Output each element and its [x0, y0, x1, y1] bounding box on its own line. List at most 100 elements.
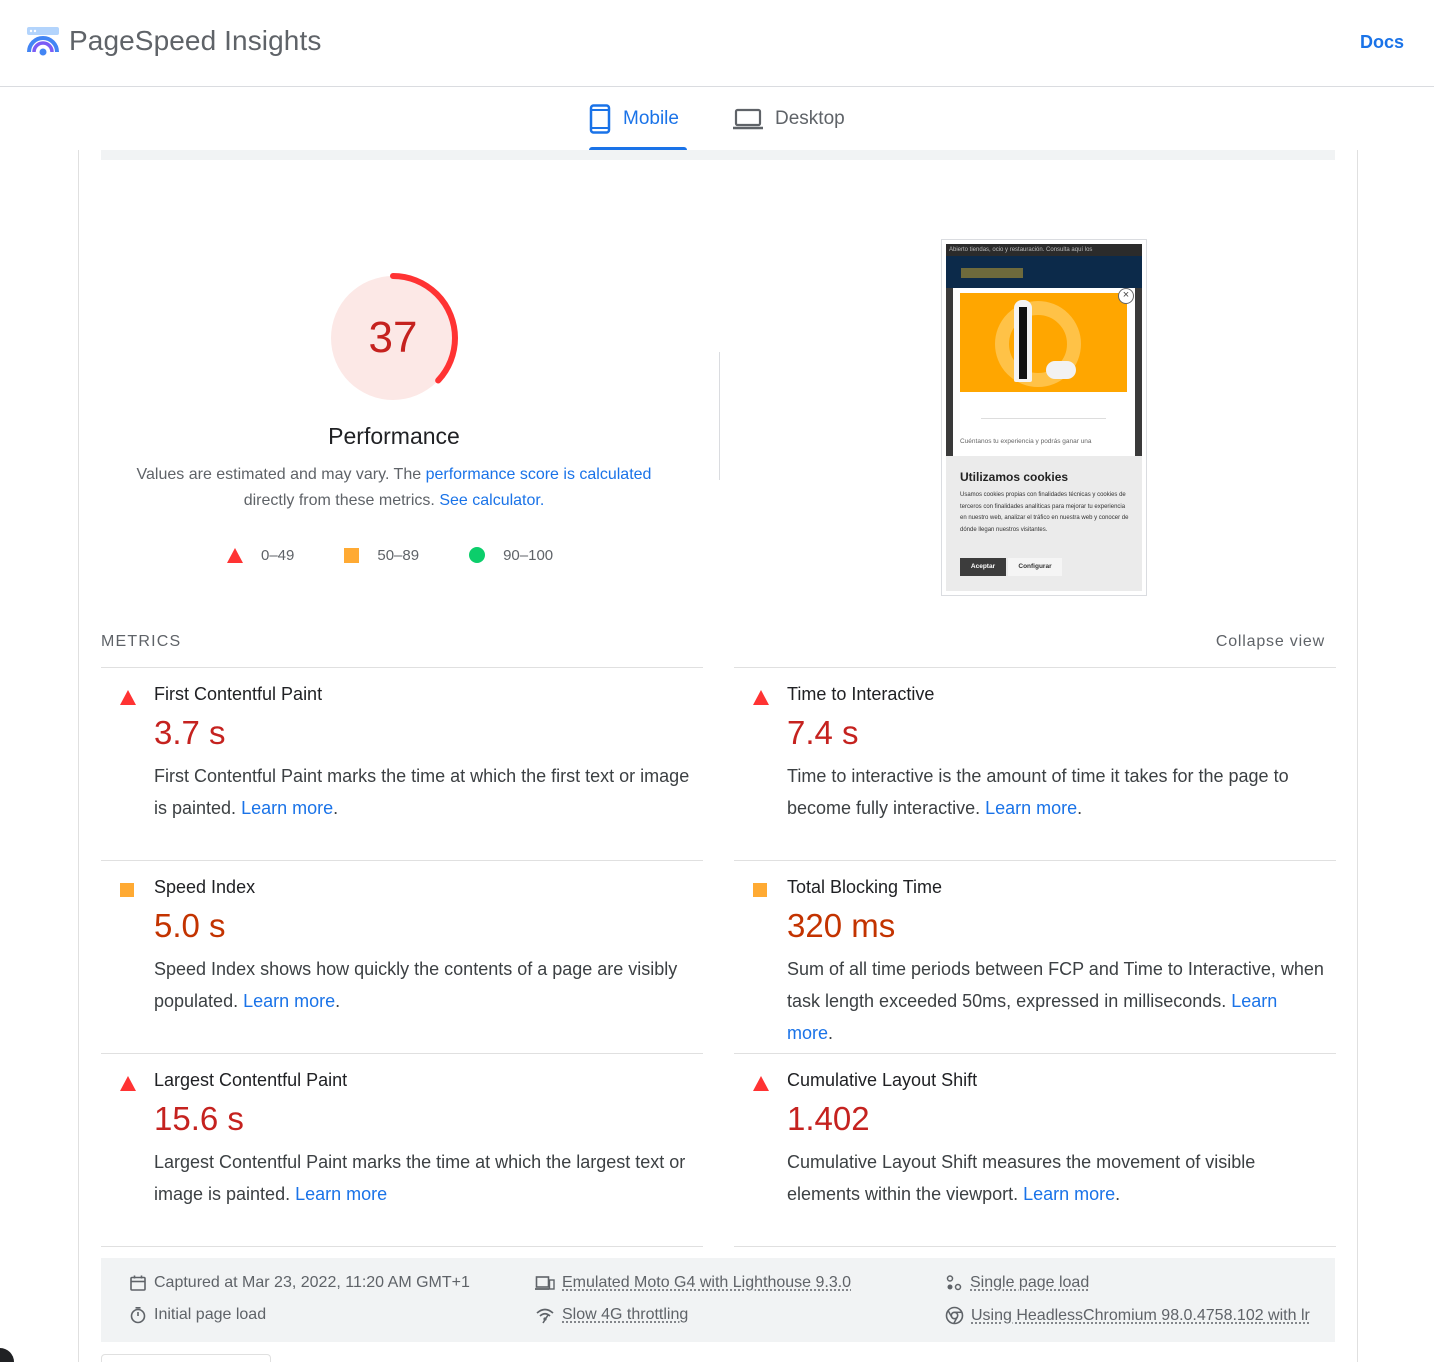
screenshot-tagline: Cuéntanos tu experiencia y podrás ganar …	[960, 438, 1092, 445]
metric-description: Cumulative Layout Shift measures the mov…	[787, 1146, 1327, 1210]
device-tabs: Mobile Desktop	[0, 88, 1434, 150]
average-square-icon	[344, 547, 360, 563]
performance-title: Performance	[328, 423, 460, 449]
info-emulated[interactable]: Emulated Moto G4 with Lighthouse 9.3.0	[535, 1274, 851, 1292]
tab-desktop-label: Desktop	[775, 108, 845, 129]
info-initial-load: Initial page load	[129, 1306, 266, 1324]
score-legend: 0–49 50–89 90–100	[227, 543, 603, 567]
metric-desc-suffix: .	[1077, 798, 1083, 818]
metric-desc-text: Largest Contentful Paint marks the time …	[154, 1152, 686, 1204]
metric-description: Sum of all time periods between FCP and …	[787, 953, 1327, 1049]
fail-triangle-icon	[120, 690, 136, 705]
see-calculator-link[interactable]: See calculator.	[439, 492, 544, 509]
screenshot-overlay-right	[1135, 288, 1142, 456]
metric-desc-text: Speed Index shows how quickly the conten…	[154, 959, 678, 1011]
metric-cls: Cumulative Layout Shift 1.402 Cumulative…	[734, 1053, 1336, 1247]
laptop-icon	[733, 108, 763, 130]
metric-tbt: Total Blocking Time 320 ms Sum of all ti…	[734, 860, 1336, 1053]
next-section-stub	[101, 1354, 271, 1362]
chrome-icon	[945, 1306, 964, 1325]
metric-desc-text: Cumulative Layout Shift measures the mov…	[787, 1152, 1256, 1204]
cookie-accept-button: Aceptar	[960, 558, 1006, 576]
learn-more-link[interactable]: Learn more	[295, 1184, 387, 1204]
metrics-heading: METRICS	[101, 633, 182, 650]
screenshot-navbar	[946, 256, 1142, 288]
console-core	[1019, 307, 1027, 379]
devices-icon	[535, 1276, 555, 1290]
calendar-icon	[130, 1275, 146, 1291]
average-square-icon	[753, 883, 767, 897]
card-top-strip	[101, 150, 1335, 160]
metric-tti: Time to Interactive 7.4 s Time to intera…	[734, 667, 1336, 860]
metric-desc-suffix: .	[333, 798, 339, 818]
smartphone-icon	[589, 104, 611, 134]
legend-fail-range: 0–49	[261, 546, 295, 564]
metric-description: First Contentful Paint marks the time at…	[154, 760, 694, 824]
average-square-icon	[120, 883, 134, 897]
window-corner	[0, 1348, 14, 1362]
screenshot-modal: × Cuéntanos tu experiencia y podrás gana…	[953, 288, 1135, 456]
performance-score: 37	[368, 313, 418, 362]
metric-description: Speed Index shows how quickly the conten…	[154, 953, 694, 1017]
metric-name: First Contentful Paint	[154, 684, 323, 704]
info-throttling-text: Slow 4G throttling	[562, 1306, 689, 1323]
desc-prefix: Values are estimated and may vary. The	[136, 466, 426, 483]
learn-more-link[interactable]: Learn more	[985, 798, 1077, 818]
learn-more-link[interactable]: Learn more	[241, 798, 333, 818]
screenshot-cookie-banner: Utilizamos cookies Usamos cookies propia…	[946, 456, 1142, 591]
info-captured-text: Captured at Mar 23, 2022, 11:20 AM GMT+1	[154, 1274, 470, 1291]
screenshot-overlay-left	[946, 288, 953, 456]
screenshot-divider	[981, 418, 1106, 419]
metric-name: Cumulative Layout Shift	[787, 1070, 978, 1090]
metric-name: Speed Index	[154, 877, 256, 897]
run-info-panel: Captured at Mar 23, 2022, 11:20 AM GMT+1…	[101, 1258, 1335, 1342]
metric-desc-text: First Contentful Paint marks the time at…	[154, 766, 690, 818]
tab-mobile[interactable]: Mobile	[589, 88, 687, 150]
tab-desktop[interactable]: Desktop	[733, 88, 863, 150]
legend-average: 50–89	[344, 547, 419, 564]
legend-average-range: 50–89	[377, 546, 420, 564]
metric-description: Time to interactive is the amount of tim…	[787, 760, 1327, 824]
info-single-text: Single page load	[970, 1274, 1090, 1291]
screenshot-nav-chip	[961, 268, 1023, 278]
docs-link[interactable]: Docs	[1360, 32, 1404, 53]
fail-triangle-icon	[753, 690, 769, 705]
info-emulated-text: Emulated Moto G4 with Lighthouse 9.3.0	[562, 1274, 852, 1291]
learn-more-link[interactable]: Learn more	[243, 991, 335, 1011]
info-throttling[interactable]: Slow 4G throttling	[535, 1306, 688, 1324]
collapse-view-button[interactable]: Collapse view	[1216, 633, 1325, 651]
legend-fail: 0–49	[227, 547, 294, 564]
cookie-config-button: Configurar	[1008, 558, 1062, 576]
fail-triangle-icon	[753, 1076, 769, 1091]
metric-name: Largest Contentful Paint	[154, 1070, 348, 1090]
brand[interactable]: PageSpeed Insights	[26, 24, 321, 58]
vertical-divider	[719, 352, 720, 480]
metric-desc-suffix: .	[335, 991, 341, 1011]
metric-speed-index: Speed Index 5.0 s Speed Index shows how …	[101, 860, 703, 1053]
performance-gauge: 37	[327, 272, 462, 407]
info-browser[interactable]: Using HeadlessChromium 98.0.4758.102 wit…	[945, 1306, 1310, 1325]
metric-value: 3.7 s	[154, 714, 226, 751]
final-screenshot: Abierto tiendas, ocio y restauración. Co…	[941, 239, 1147, 596]
timer-icon	[130, 1306, 146, 1324]
cookie-text: Usamos cookies propias con finalidades t…	[960, 492, 1129, 533]
brand-name: PageSpeed Insights	[69, 25, 322, 56]
fail-triangle-icon	[120, 1076, 136, 1091]
metric-value: 320 ms	[787, 907, 896, 944]
desc-middle: directly from these metrics.	[243, 492, 440, 509]
performance-description: Values are estimated and may vary. The p…	[119, 462, 669, 514]
info-single-load[interactable]: Single page load	[945, 1274, 1089, 1292]
metric-value: 7.4 s	[787, 714, 859, 751]
tab-mobile-label: Mobile	[623, 108, 679, 129]
info-captured: Captured at Mar 23, 2022, 11:20 AM GMT+1	[129, 1274, 470, 1292]
metric-name: Total Blocking Time	[787, 877, 943, 897]
metric-value: 15.6 s	[154, 1100, 244, 1137]
score-calculated-link[interactable]: performance score is calculated	[426, 466, 652, 483]
close-icon: ×	[1118, 288, 1134, 304]
network-signal-icon	[536, 1308, 554, 1324]
metric-value: 1.402	[787, 1100, 870, 1137]
learn-more-link[interactable]: Learn more	[1023, 1184, 1115, 1204]
metric-lcp: Largest Contentful Paint 15.6 s Largest …	[101, 1053, 703, 1247]
nodes-icon	[946, 1275, 962, 1291]
info-browser-text: Using HeadlessChromium 98.0.4758.102 wit…	[971, 1306, 1310, 1324]
